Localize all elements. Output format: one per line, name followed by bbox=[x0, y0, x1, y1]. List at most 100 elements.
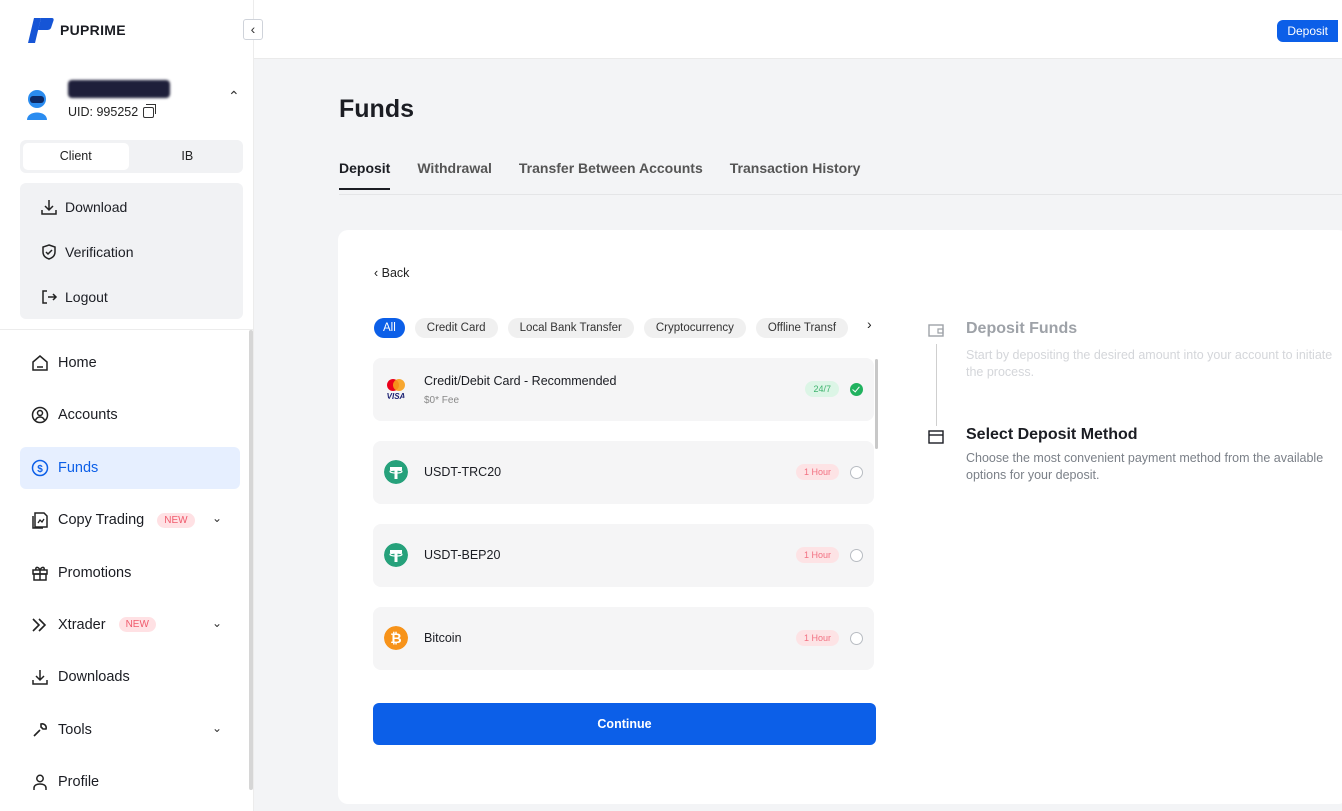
filter-all[interactable]: All bbox=[374, 318, 405, 338]
card-brands-icon: VISA bbox=[387, 379, 406, 401]
user-block[interactable]: UID: 995252 ⌃ bbox=[0, 78, 254, 134]
page-title: Funds bbox=[339, 95, 414, 123]
tether-icon bbox=[384, 543, 408, 567]
method-time-badge: 24/7 bbox=[805, 381, 839, 397]
role-client-tab[interactable]: Client bbox=[23, 143, 129, 170]
funds-tabs: Deposit Withdrawal Transfer Between Acco… bbox=[339, 160, 860, 190]
sidebar-item-label: Funds bbox=[58, 459, 99, 476]
top-deposit-button[interactable]: Deposit bbox=[1277, 20, 1338, 42]
back-link[interactable]: ‹ Back bbox=[374, 266, 409, 280]
chevron-down-icon[interactable]: ⌄ bbox=[212, 721, 222, 735]
step-title: Deposit Funds bbox=[966, 320, 1078, 337]
logout-icon bbox=[42, 289, 58, 304]
role-ib-tab[interactable]: IB bbox=[135, 143, 241, 170]
tether-icon bbox=[384, 460, 408, 484]
step-description: Start by depositing the desired amount i… bbox=[966, 348, 1333, 379]
sidebar-item-label: Accounts bbox=[58, 407, 118, 424]
sidebar-item-copy-trading[interactable]: Copy Trading NEW ⌄ bbox=[20, 499, 240, 541]
chevron-down-icon[interactable]: ⌄ bbox=[212, 511, 222, 525]
sidebar-item-label: Downloads bbox=[58, 669, 130, 686]
copy-trading-icon bbox=[32, 512, 48, 529]
top-bar: Deposit bbox=[254, 0, 1342, 59]
sidebar-item-promotions[interactable]: Promotions bbox=[20, 552, 240, 594]
chevron-left-icon: ‹ bbox=[374, 266, 382, 280]
method-radio[interactable] bbox=[850, 466, 863, 479]
method-radio[interactable] bbox=[850, 549, 863, 562]
method-fee: $0* Fee bbox=[424, 395, 460, 406]
sidebar-item-label: Promotions bbox=[58, 564, 132, 581]
tab-transaction-history[interactable]: Transaction History bbox=[730, 160, 861, 190]
new-badge: NEW bbox=[118, 617, 156, 633]
tab-withdrawal[interactable]: Withdrawal bbox=[417, 160, 492, 190]
method-name: USDT-TRC20 bbox=[424, 465, 502, 479]
sidebar-item-tools[interactable]: Tools ⌄ bbox=[20, 709, 240, 751]
accounts-icon bbox=[31, 407, 49, 424]
method-radio[interactable] bbox=[850, 632, 863, 645]
filter-local-bank-transfer[interactable]: Local Bank Transfer bbox=[507, 318, 634, 338]
user-menu-logout[interactable]: Logout bbox=[20, 274, 243, 319]
deposit-method-usdt-bep20[interactable]: USDT-BEP20 1 Hour bbox=[373, 524, 874, 587]
method-time-badge: 1 Hour bbox=[795, 630, 839, 646]
method-name: USDT-BEP20 bbox=[424, 548, 501, 562]
uid-label: UID: 995252 bbox=[68, 105, 139, 119]
user-menu-download[interactable]: Download bbox=[20, 184, 243, 229]
user-menu-label: Verification bbox=[65, 243, 134, 260]
brand-name: PUPRIME bbox=[60, 22, 126, 38]
sidebar-item-home[interactable]: Home bbox=[20, 342, 240, 384]
method-name: Bitcoin bbox=[424, 631, 462, 645]
method-time-badge: 1 Hour bbox=[795, 547, 839, 563]
sidebar-scrollbar[interactable] bbox=[249, 330, 253, 790]
tab-transfer-between-accounts[interactable]: Transfer Between Accounts bbox=[519, 160, 703, 190]
method-list-scrollbar[interactable] bbox=[875, 359, 878, 449]
sidebar-item-label: Tools bbox=[58, 721, 92, 738]
sidebar-item-profile[interactable]: Profile bbox=[20, 761, 240, 803]
sidebar: PUPRIME UID: 995252 ⌃ Client IB Download… bbox=[0, 0, 254, 811]
filter-cryptocurrency[interactable]: Cryptocurrency bbox=[643, 318, 746, 338]
main-nav: Home Accounts $ Funds Copy Trading NEW ⌄… bbox=[20, 342, 240, 811]
xtrader-icon bbox=[32, 618, 47, 632]
wrench-icon bbox=[33, 722, 47, 737]
bitcoin-icon: ₿ bbox=[384, 626, 408, 650]
collapse-sidebar-button[interactable]: ‹ bbox=[243, 19, 263, 40]
sidebar-item-label: Home bbox=[58, 355, 97, 371]
filter-credit-card[interactable]: Credit Card bbox=[414, 318, 498, 338]
sidebar-item-label: Copy Trading bbox=[58, 512, 145, 529]
wallet-icon bbox=[928, 324, 944, 337]
back-label: Back bbox=[381, 266, 410, 280]
method-radio-selected[interactable] bbox=[850, 383, 863, 396]
chevron-up-icon[interactable]: ⌃ bbox=[228, 88, 240, 105]
avatar bbox=[27, 90, 47, 120]
download-icon bbox=[41, 199, 57, 215]
chevron-down-icon[interactable]: ⌄ bbox=[212, 616, 222, 630]
user-menu-verification[interactable]: Verification bbox=[20, 229, 243, 274]
tabs-divider bbox=[339, 194, 1342, 195]
shield-check-icon bbox=[42, 243, 56, 260]
brand-logo[interactable]: PUPRIME bbox=[24, 16, 126, 44]
profile-icon bbox=[33, 774, 47, 791]
svg-text:₿: ₿ bbox=[390, 630, 401, 646]
svg-text:$: $ bbox=[37, 464, 43, 475]
chevron-right-icon[interactable]: › bbox=[865, 316, 872, 332]
deposit-card: ‹ Back All Credit Card Local Bank Transf… bbox=[338, 230, 1342, 804]
sidebar-item-label: Xtrader bbox=[58, 616, 106, 633]
copy-icon[interactable] bbox=[143, 103, 157, 118]
deposit-method-bitcoin[interactable]: ₿ Bitcoin 1 Hour bbox=[373, 607, 874, 670]
svg-text:VISA: VISA bbox=[387, 392, 406, 401]
user-menu: Download Verification Logout bbox=[20, 183, 243, 319]
tab-deposit[interactable]: Deposit bbox=[339, 160, 391, 190]
user-menu-label: Logout bbox=[65, 288, 108, 305]
dollar-circle-icon: $ bbox=[31, 459, 49, 477]
continue-button[interactable]: Continue bbox=[373, 703, 876, 745]
step-connector bbox=[936, 344, 937, 426]
step-title: Select Deposit Method bbox=[966, 426, 1138, 443]
method-name: Credit/Debit Card - Recommended bbox=[424, 374, 617, 388]
method-filters: All Credit Card Local Bank Transfer Cryp… bbox=[374, 318, 874, 338]
uid-row: UID: 995252 bbox=[68, 103, 157, 119]
deposit-method-credit-card[interactable]: VISA Credit/Debit Card - Recommended $0*… bbox=[373, 358, 874, 421]
sidebar-item-xtrader[interactable]: Xtrader NEW ⌄ bbox=[20, 604, 240, 646]
deposit-method-usdt-trc20[interactable]: USDT-TRC20 1 Hour bbox=[373, 441, 874, 504]
sidebar-item-accounts[interactable]: Accounts bbox=[20, 394, 240, 436]
filter-offline-transfer[interactable]: Offline Transf bbox=[755, 318, 849, 338]
sidebar-item-funds[interactable]: $ Funds bbox=[20, 446, 240, 489]
sidebar-item-downloads[interactable]: Downloads bbox=[20, 656, 240, 698]
